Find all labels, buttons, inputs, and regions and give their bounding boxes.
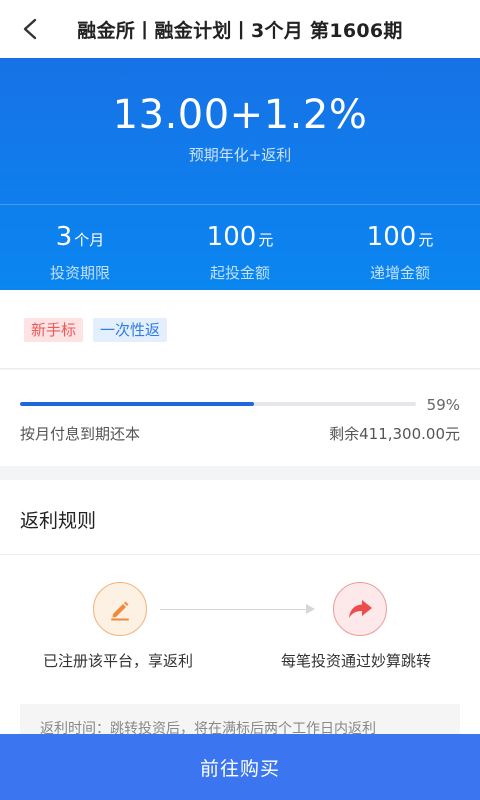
rules-divider — [0, 554, 480, 555]
connector-arrow-icon — [306, 604, 315, 614]
remaining-amount: 剩余411,300.00元 — [329, 425, 460, 443]
stat-value: 3 — [55, 222, 73, 252]
step-label-registered: 已注册该平台，享返利 — [43, 652, 194, 670]
chevron-left-icon — [23, 18, 37, 40]
rebate-time-note: 返利时间：跳转投资后，将在满标后两个工作日内返利 — [20, 704, 460, 734]
tag-new-user: 新手标 — [24, 318, 84, 342]
stat-min-investment: 100 元 起投金额 — [160, 205, 320, 290]
expected-rate-label: 预期年化+返利 — [188, 146, 292, 164]
top-bar: 融金所丨融金计划丨3个月 第1606期 — [0, 0, 480, 58]
progress-percent: 59% — [426, 396, 460, 414]
stat-unit: 元 — [258, 231, 274, 249]
share-arrow-icon — [333, 582, 387, 636]
stat-investment-term: 3 个月 投资期限 — [0, 205, 160, 290]
stat-label: 起投金额 — [209, 264, 270, 282]
stat-label: 递增金额 — [369, 264, 430, 282]
tag-one-time-rebate: 一次性返 — [93, 318, 168, 342]
repayment-method: 按月付息到期还本 — [20, 425, 141, 443]
step-connector — [160, 609, 310, 610]
tags-section: 新手标 一次性返 — [0, 290, 480, 369]
stat-unit: 个月 — [74, 231, 105, 249]
pencil-icon — [93, 582, 147, 636]
step-label-redirect: 每笔投资通过妙算跳转 — [281, 652, 432, 670]
progress-bar — [20, 402, 416, 406]
product-stats: 3 个月 投资期限 100 元 起投金额 100 元 递增金额 — [0, 205, 480, 290]
rules-title: 返利规则 — [20, 510, 97, 532]
stat-label: 投资期限 — [49, 264, 110, 282]
stat-value: 100 — [206, 222, 257, 252]
page-title: 融金所丨融金计划丨3个月 第1606期 — [77, 19, 403, 42]
progress-fill — [20, 402, 254, 406]
buy-button[interactable]: 前往购买 — [0, 734, 480, 800]
stat-value: 100 — [366, 222, 417, 252]
back-button[interactable] — [12, 11, 48, 47]
rate-hero: 13.00+1.2% 预期年化+返利 3 个月 投资期限 100 元 起投金额 10… — [0, 58, 480, 290]
rebate-rules-section: 返利规则 已注册该平台，享返利 每笔投资通过妙算跳转 返利时间：跳转投资后，将在… — [0, 480, 480, 734]
expected-rate: 13.00+1.2% — [112, 92, 368, 138]
stat-increment-amount: 100 元 递增金额 — [320, 205, 480, 290]
progress-section: 59% 按月付息到期还本 剩余411,300.00元 — [0, 370, 480, 466]
stat-unit: 元 — [418, 231, 434, 249]
